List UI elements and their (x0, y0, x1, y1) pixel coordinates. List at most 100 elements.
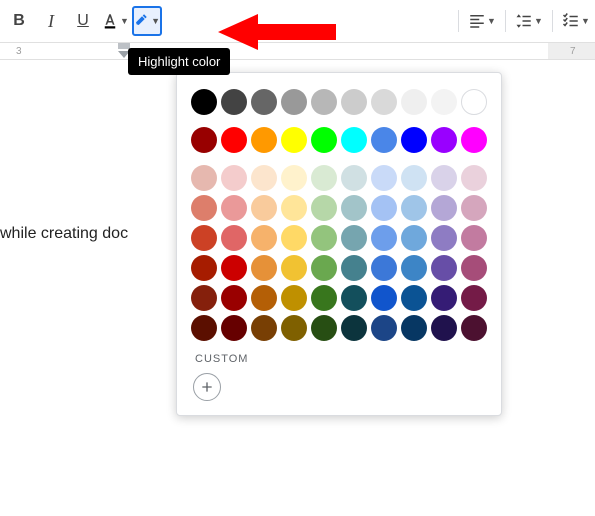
color-swatch[interactable] (191, 195, 217, 221)
color-swatch[interactable] (281, 285, 307, 311)
color-swatch[interactable] (401, 285, 427, 311)
color-swatch[interactable] (401, 165, 427, 191)
color-swatch[interactable] (311, 285, 337, 311)
color-swatch[interactable] (311, 165, 337, 191)
color-swatch[interactable] (461, 195, 487, 221)
color-swatch[interactable] (371, 255, 397, 281)
color-swatch[interactable] (251, 255, 277, 281)
color-swatch[interactable] (461, 225, 487, 251)
color-swatch[interactable] (401, 195, 427, 221)
color-swatch[interactable] (461, 285, 487, 311)
italic-button[interactable]: I (36, 6, 66, 36)
color-swatch[interactable] (281, 315, 307, 341)
color-swatch[interactable] (311, 255, 337, 281)
highlight-color-button[interactable]: ▼ (132, 6, 162, 36)
color-swatch[interactable] (341, 225, 367, 251)
color-swatch[interactable] (281, 195, 307, 221)
bold-button[interactable]: B (4, 6, 34, 36)
line-spacing-button[interactable]: ▼ (514, 6, 544, 36)
color-swatch[interactable] (431, 315, 457, 341)
color-swatch[interactable] (371, 225, 397, 251)
color-swatch[interactable] (281, 225, 307, 251)
color-swatch[interactable] (341, 255, 367, 281)
annotation-arrow (218, 14, 338, 55)
color-swatch[interactable] (221, 315, 247, 341)
color-swatch[interactable] (251, 225, 277, 251)
color-picker-panel: CUSTOM (176, 72, 502, 416)
color-swatch[interactable] (431, 285, 457, 311)
color-swatch[interactable] (461, 127, 487, 153)
color-swatch[interactable] (371, 127, 397, 153)
color-swatch[interactable] (191, 165, 217, 191)
color-swatch[interactable] (311, 89, 337, 115)
custom-section-label: CUSTOM (195, 353, 487, 365)
color-swatch[interactable] (341, 315, 367, 341)
color-swatch[interactable] (461, 315, 487, 341)
color-swatch[interactable] (431, 127, 457, 153)
color-swatch[interactable] (221, 195, 247, 221)
color-swatch[interactable] (191, 89, 217, 115)
color-swatch[interactable] (251, 285, 277, 311)
color-swatch[interactable] (431, 225, 457, 251)
color-swatch[interactable] (191, 285, 217, 311)
color-swatch[interactable] (281, 127, 307, 153)
color-swatch[interactable] (461, 89, 487, 115)
color-swatch[interactable] (221, 165, 247, 191)
color-swatch[interactable] (311, 127, 337, 153)
color-swatch[interactable] (251, 195, 277, 221)
text-color-button[interactable]: ▼ (100, 6, 130, 36)
color-swatch[interactable] (371, 89, 397, 115)
color-swatch[interactable] (401, 225, 427, 251)
color-swatch[interactable] (251, 315, 277, 341)
color-swatch[interactable] (221, 89, 247, 115)
color-swatch[interactable] (251, 127, 277, 153)
color-swatch[interactable] (371, 315, 397, 341)
color-swatch[interactable] (431, 195, 457, 221)
color-swatch[interactable] (221, 127, 247, 153)
color-swatch[interactable] (191, 315, 217, 341)
plus-icon (199, 379, 215, 395)
color-swatch[interactable] (431, 165, 457, 191)
color-swatch[interactable] (221, 255, 247, 281)
color-swatch[interactable] (191, 127, 217, 153)
color-swatch[interactable] (461, 165, 487, 191)
underline-button[interactable]: U (68, 6, 98, 36)
color-swatch[interactable] (341, 127, 367, 153)
color-swatch[interactable] (341, 285, 367, 311)
color-swatch[interactable] (311, 315, 337, 341)
color-swatch[interactable] (341, 89, 367, 115)
color-swatch[interactable] (191, 255, 217, 281)
color-swatch[interactable] (431, 89, 457, 115)
ruler-tick: 7 (570, 46, 576, 57)
doc-text-line2: while creating doc (0, 225, 128, 243)
color-swatch[interactable] (371, 165, 397, 191)
color-swatch[interactable] (401, 127, 427, 153)
align-button[interactable]: ▼ (467, 6, 497, 36)
color-swatch[interactable] (311, 225, 337, 251)
text-color-icon (101, 12, 119, 30)
color-swatch[interactable] (311, 195, 337, 221)
color-swatch[interactable] (251, 89, 277, 115)
color-swatch[interactable] (401, 255, 427, 281)
line-spacing-icon (515, 12, 533, 30)
color-swatch[interactable] (401, 89, 427, 115)
color-swatch[interactable] (191, 225, 217, 251)
color-swatch[interactable] (341, 195, 367, 221)
document-area[interactable]: one while creating doc (0, 60, 595, 68)
color-swatch[interactable] (461, 255, 487, 281)
color-swatch[interactable] (371, 195, 397, 221)
color-swatch[interactable] (281, 165, 307, 191)
color-swatch[interactable] (401, 315, 427, 341)
color-swatch[interactable] (251, 165, 277, 191)
list-button[interactable]: ▼ (561, 6, 591, 36)
add-custom-color-button[interactable] (193, 373, 221, 401)
align-left-icon (468, 12, 486, 30)
color-swatch[interactable] (371, 285, 397, 311)
color-swatch[interactable] (221, 285, 247, 311)
color-swatch[interactable] (281, 255, 307, 281)
color-swatch[interactable] (281, 89, 307, 115)
highlighter-icon (134, 12, 150, 30)
color-swatch[interactable] (431, 255, 457, 281)
color-swatch[interactable] (341, 165, 367, 191)
color-swatch[interactable] (221, 225, 247, 251)
